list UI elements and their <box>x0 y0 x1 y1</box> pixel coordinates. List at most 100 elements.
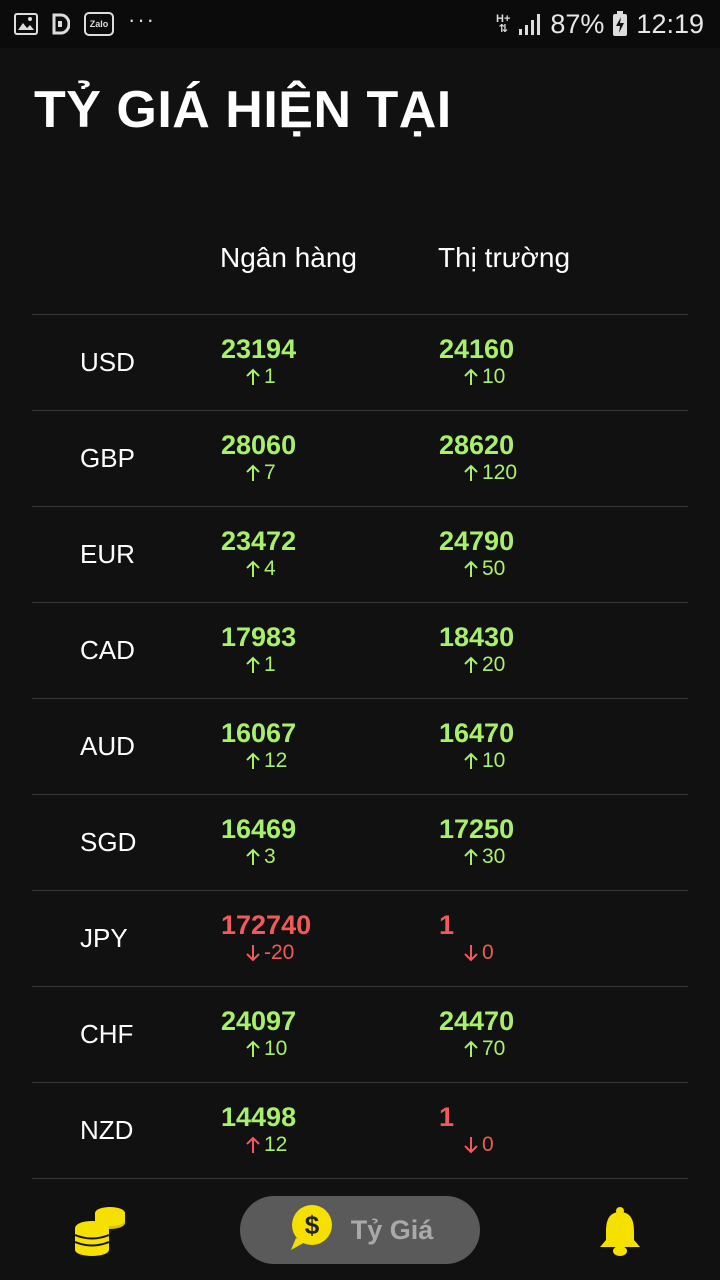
bank-rate-change: 10 <box>218 1037 338 1061</box>
table-row[interactable]: EUR 23472 4 24790 50 <box>32 506 688 602</box>
table-row[interactable]: JPY 172740 -20 1 0 <box>32 890 688 986</box>
arrow-up-icon <box>464 848 478 865</box>
table-row[interactable]: CHF 24097 10 24470 70 <box>32 986 688 1082</box>
bank-rate-cell: 24097 10 <box>218 1005 338 1061</box>
bank-rate-change-value: 12 <box>264 749 288 772</box>
battery-percent: 87% <box>550 8 605 39</box>
bank-rate-change-value: -20 <box>264 941 295 964</box>
arrow-down-icon <box>464 1137 478 1154</box>
market-rate-value: 24470 <box>439 1006 515 1036</box>
arrow-up-icon <box>246 560 260 577</box>
market-rate-cell: 10 <box>436 909 556 965</box>
market-rate-change-value: 10 <box>482 749 506 772</box>
bank-rate-value: 16067 <box>221 718 297 748</box>
currency-code: JPY <box>80 923 128 953</box>
market-rate-change: 0 <box>436 1133 556 1157</box>
network-type: H+ ⇅ <box>496 13 511 35</box>
bank-rate-change: -20 <box>218 941 338 965</box>
table-row[interactable]: GBP 28060 7 28620 120 <box>32 410 688 506</box>
arrow-up-icon <box>464 656 478 673</box>
market-rate-change-value: 0 <box>482 1133 494 1156</box>
market-rate-value: 24790 <box>439 526 515 556</box>
tab-ty-gia-label: Tỷ Giá <box>350 1214 434 1245</box>
market-rate-cell: 24160 10 <box>436 333 556 389</box>
bank-rate-change: 12 <box>218 1133 338 1157</box>
svg-text:$: $ <box>305 1210 320 1240</box>
bell-icon[interactable] <box>597 1206 643 1261</box>
bank-rate-value: 23472 <box>221 526 297 556</box>
market-rate-change: 10 <box>436 749 556 773</box>
d-app-icon <box>52 13 70 35</box>
bank-rate-change: 1 <box>218 653 338 677</box>
bank-rate-cell: 17983 1 <box>218 621 338 677</box>
currency-code: EUR <box>80 539 135 569</box>
table-row[interactable]: CAD 17983 1 18430 20 <box>32 602 688 698</box>
market-rate-change: 10 <box>436 365 556 389</box>
bank-rate-value: 17983 <box>221 622 297 652</box>
market-rate-cell: 10 <box>436 1101 556 1157</box>
bank-rate-change: 1 <box>218 365 338 389</box>
bank-rate-change: 4 <box>218 557 338 581</box>
tab-ty-gia[interactable]: $ Tỷ Giá <box>240 1196 480 1264</box>
market-rate-cell: 24790 50 <box>436 525 556 581</box>
market-rate-change-value: 10 <box>482 365 506 388</box>
bank-rate-change-value: 12 <box>264 1133 288 1156</box>
currency-code: NZD <box>80 1115 134 1145</box>
market-rate-change-value: 120 <box>482 461 518 484</box>
bank-rate-value: 16469 <box>221 814 297 844</box>
bank-rate-cell: 14498 12 <box>218 1101 338 1157</box>
table-row[interactable]: AUD 16067 12 16470 10 <box>32 698 688 794</box>
market-rate-value: 1 <box>439 910 455 940</box>
currency-code: GBP <box>80 443 135 473</box>
currency-code: SGD <box>80 827 137 857</box>
market-rate-change: 120 <box>436 461 556 485</box>
table-row[interactable]: USD 23194 1 24160 10 <box>32 314 688 410</box>
market-rate-change-value: 0 <box>482 941 494 964</box>
bank-rate-change-value: 10 <box>264 1037 288 1060</box>
page-title: TỶ GIÁ HIỆN TẠI <box>34 81 452 139</box>
arrow-up-icon <box>246 368 260 385</box>
bank-rate-cell: 16067 12 <box>218 717 338 773</box>
market-rate-change-value: 70 <box>482 1037 506 1060</box>
arrow-up-icon <box>246 1136 260 1153</box>
more-dots-icon: ··· <box>128 7 156 32</box>
market-rate-change-value: 30 <box>482 845 506 868</box>
column-header-bank: Ngân hàng <box>220 242 358 273</box>
clock: 12:19 <box>636 8 704 39</box>
market-rate-cell: 24470 70 <box>436 1005 556 1061</box>
market-rate-cell: 16470 10 <box>436 717 556 773</box>
bank-rate-value: 24097 <box>221 1006 297 1036</box>
currency-code: CAD <box>80 635 135 665</box>
bank-rate-value: 28060 <box>221 430 297 460</box>
bank-rate-cell: 16469 3 <box>218 813 338 869</box>
bank-rate-cell: 23472 4 <box>218 525 338 581</box>
arrow-up-icon <box>246 656 260 673</box>
currency-code: CHF <box>80 1019 134 1049</box>
market-rate-change: 70 <box>436 1037 556 1061</box>
bank-rate-value: 172740 <box>221 910 312 940</box>
bank-rate-value: 14498 <box>221 1102 297 1132</box>
currency-code: USD <box>80 347 135 377</box>
bank-rate-change-value: 7 <box>264 461 276 484</box>
arrow-down-icon <box>464 945 478 962</box>
table-row[interactable]: NZD 14498 12 1 0 <box>32 1082 688 1179</box>
arrow-up-icon <box>246 464 260 481</box>
market-rate-value: 18430 <box>439 622 515 652</box>
zalo-icon: Zalo <box>84 12 114 36</box>
bank-rate-change-value: 3 <box>264 845 276 868</box>
market-rate-change: 0 <box>436 941 556 965</box>
arrow-up-icon <box>464 368 478 385</box>
arrow-up-icon <box>246 1040 260 1057</box>
market-rate-value: 16470 <box>439 718 515 748</box>
coins-icon[interactable] <box>72 1204 128 1261</box>
bank-rate-value: 23194 <box>221 334 297 364</box>
market-rate-value: 1 <box>439 1102 455 1132</box>
arrow-down-icon <box>246 945 260 962</box>
market-rate-value: 17250 <box>439 814 515 844</box>
bank-rate-change: 7 <box>218 461 338 485</box>
arrow-up-icon <box>464 1040 478 1057</box>
table-row[interactable]: SGD 16469 3 17250 30 <box>32 794 688 890</box>
bank-rate-change-value: 1 <box>264 653 276 676</box>
dollar-chat-icon: $ <box>287 1204 337 1257</box>
bank-rate-change-value: 1 <box>264 365 276 388</box>
